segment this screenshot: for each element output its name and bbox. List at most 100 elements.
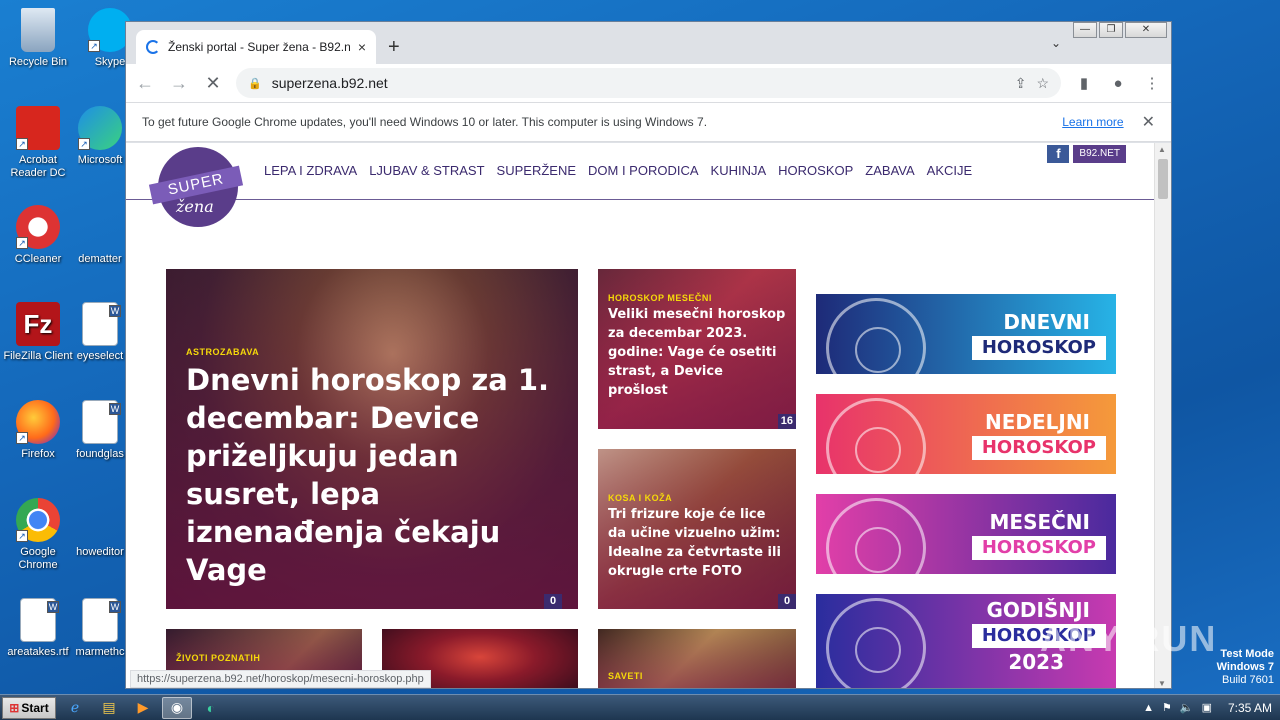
learn-more-link[interactable]: Learn more xyxy=(1062,115,1123,129)
scroll-up-arrow-icon[interactable]: ▲ xyxy=(1158,145,1166,154)
zodiac-wheel-icon xyxy=(826,498,926,574)
article-category[interactable]: ŽIVOTI POZNATIH xyxy=(176,653,352,663)
nav-item-horoskop[interactable]: HOROSKOP xyxy=(778,163,853,178)
test-mode-notice: Test Mode Windows 7 Build 7601 xyxy=(1217,648,1274,687)
stop-loading-button[interactable]: ✕ xyxy=(202,73,224,94)
desktop-icon-label: areatakes.rtf xyxy=(7,646,69,658)
article-title[interactable]: Veliki mesečni horoskop za decembar 2023… xyxy=(608,305,786,400)
desktop-icon-label: CCleaner xyxy=(14,253,62,265)
logo-subtext: žena xyxy=(176,197,214,216)
banner-line2: HOROSKOP xyxy=(971,436,1106,460)
side-panel-icon[interactable]: ▮ xyxy=(1073,74,1095,92)
article-category[interactable]: HOROSKOP MESEČNI xyxy=(608,293,786,303)
side-article-text: KOSA I KOŽA Tri frizure koje će lice da … xyxy=(608,493,786,581)
desktop-icon-label: Skype xyxy=(94,56,126,68)
main-article-text: ASTROZABAVA Dnevni horoskop za 1. decemb… xyxy=(186,347,558,589)
desktop-icon-label: eyeselect xyxy=(76,350,124,362)
article-category[interactable]: KOSA I KOŽA xyxy=(608,493,786,503)
desktop-icon-label: foundglas xyxy=(76,448,124,460)
tab-close-icon[interactable]: × xyxy=(358,39,366,55)
firefox-icon: ↗ xyxy=(16,400,60,444)
bookmark-star-icon[interactable]: ☆ xyxy=(1036,75,1049,92)
side-article-card[interactable]: HOROSKOP MESEČNI Veliki mesečni horoskop… xyxy=(598,269,796,429)
network-icon[interactable]: ▣ xyxy=(1202,701,1212,714)
chrome-icon: ◉ xyxy=(170,699,184,715)
status-bar-url: https://superzena.b92.net/horoskop/mesec… xyxy=(130,670,431,688)
nav-item-akcije[interactable]: AKCIJE xyxy=(927,163,973,178)
article-title[interactable]: Dnevni horoskop za 1. decembar: Device p… xyxy=(186,361,558,589)
recycle-bin-icon xyxy=(21,8,55,52)
loading-spinner-icon xyxy=(146,40,160,54)
facebook-icon[interactable]: f xyxy=(1047,145,1070,163)
vertical-scrollbar[interactable]: ▲ ▼ xyxy=(1154,143,1171,688)
infobar-close-icon[interactable]: ✕ xyxy=(1142,112,1155,132)
update-infobar: To get future Google Chrome updates, you… xyxy=(126,102,1171,142)
new-tab-button[interactable]: + xyxy=(388,36,400,59)
word-document-icon: W xyxy=(20,598,59,642)
back-button[interactable]: ← xyxy=(134,73,156,94)
taskbar-media-player[interactable]: ▶ xyxy=(128,697,158,719)
share-icon[interactable]: ⇪ xyxy=(1015,75,1027,92)
start-button[interactable]: ⊞ Start xyxy=(2,696,56,719)
taskbar-explorer[interactable]: ▤ xyxy=(94,697,124,719)
desktop-icon-label: dematter xyxy=(78,253,122,265)
action-center-icon[interactable]: ⚑ xyxy=(1162,701,1172,714)
banner-line2: HOROSKOP xyxy=(971,336,1106,360)
file-icon xyxy=(78,498,122,542)
nav-item-ljubav-strast[interactable]: LJUBAV & STRAST xyxy=(369,163,484,178)
scrollbar-thumb[interactable] xyxy=(1158,159,1168,199)
bottom-article-text: ŽIVOTI POZNATIH xyxy=(176,653,352,663)
desktop-icon-label: Google Chrome xyxy=(18,546,58,571)
main-article-card[interactable]: ASTROZABAVA Dnevni horoskop za 1. decemb… xyxy=(166,269,578,609)
article-category[interactable]: SAVETI xyxy=(608,671,786,681)
article-category[interactable]: ASTROZABAVA xyxy=(186,347,558,357)
system-tray: ▲ ⚑ 🔈 ▣ 7:35 AM xyxy=(1143,701,1280,715)
nav-item-kuhinja[interactable]: KUHINJA xyxy=(711,163,767,178)
horoscope-banner-nedeljni[interactable]: NEDELJNI HOROSKOP xyxy=(816,394,1116,474)
bottom-article-card[interactable]: SAVETI xyxy=(598,629,796,688)
chrome-window: — ❐ ✕ Ženski portal - Super žena - B92.n… xyxy=(125,21,1172,689)
lock-icon[interactable]: 🔒 xyxy=(248,77,262,90)
acrobat-icon: ↗ xyxy=(16,106,60,150)
desktop-icon-label: Microsoft xyxy=(77,154,123,166)
address-bar[interactable]: 🔒 superzena.b92.net ⇪ ☆ xyxy=(236,68,1061,98)
comment-count-badge: 0 xyxy=(778,594,796,609)
edge-icon: ◐ xyxy=(206,699,216,716)
horoscope-banner-dnevni[interactable]: DNEVNI HOROSKOP xyxy=(816,294,1116,374)
clock[interactable]: 7:35 AM xyxy=(1228,701,1272,715)
tab-superzena[interactable]: Ženski portal - Super žena - B92.net × xyxy=(136,30,376,64)
side-article-card[interactable]: KOSA I KOŽA Tri frizure koje će lice da … xyxy=(598,449,796,609)
chrome-icon: ↗ xyxy=(16,498,60,542)
taskbar-chrome[interactable]: ◉ xyxy=(162,696,192,719)
tab-search-button[interactable]: ⌄ xyxy=(1051,36,1061,50)
social-links: f B92.NET xyxy=(1047,145,1126,163)
file-icon xyxy=(78,205,122,249)
forward-button[interactable]: → xyxy=(168,73,190,94)
taskbar-edge[interactable]: ◐ xyxy=(196,697,226,719)
comment-count-badge: 0 xyxy=(544,594,562,609)
volume-icon[interactable]: 🔈 xyxy=(1180,701,1194,714)
b92-link[interactable]: B92.NET xyxy=(1073,145,1126,163)
menu-kebab-icon[interactable]: ⋮ xyxy=(1141,74,1163,92)
banner-line1: MESEČNI xyxy=(989,510,1091,534)
desktop-icon-recycle-bin[interactable]: Recycle Bin xyxy=(0,8,76,69)
nav-item-dom-i-porodica[interactable]: DOM I PORODICA xyxy=(588,163,699,178)
nav-item-zabava[interactable]: ZABAVA xyxy=(865,163,914,178)
test-mode-line1: Test Mode xyxy=(1220,648,1274,660)
edge-icon: ↗ xyxy=(78,106,122,150)
banner-line1: DNEVNI xyxy=(1003,310,1090,334)
profile-avatar-icon[interactable]: ● xyxy=(1107,75,1129,92)
nav-item-lepa-i-zdrava[interactable]: LEPA I ZDRAVA xyxy=(264,163,357,178)
side-article-text: HOROSKOP MESEČNI Veliki mesečni horoskop… xyxy=(608,293,786,400)
infobar-message: To get future Google Chrome updates, you… xyxy=(142,115,708,129)
article-title[interactable]: Tri frizure koje će lice da učine vizuel… xyxy=(608,505,786,581)
nav-item-superzene[interactable]: SUPERŽENE xyxy=(497,163,576,178)
taskbar: ⊞ Start ℯ ▤ ▶ ◉ ◐ ▲ ⚑ 🔈 ▣ 7:35 AM xyxy=(0,694,1280,720)
taskbar-ie[interactable]: ℯ xyxy=(60,697,90,719)
site-logo[interactable]: SUPER žena xyxy=(148,147,244,227)
banner-line1: NEDELJNI xyxy=(984,410,1090,434)
start-label: Start xyxy=(21,700,49,715)
scroll-down-arrow-icon[interactable]: ▼ xyxy=(1158,679,1166,688)
show-hidden-icons-icon[interactable]: ▲ xyxy=(1143,702,1154,714)
horoscope-banner-mesecni[interactable]: MESEČNI HOROSKOP xyxy=(816,494,1116,574)
